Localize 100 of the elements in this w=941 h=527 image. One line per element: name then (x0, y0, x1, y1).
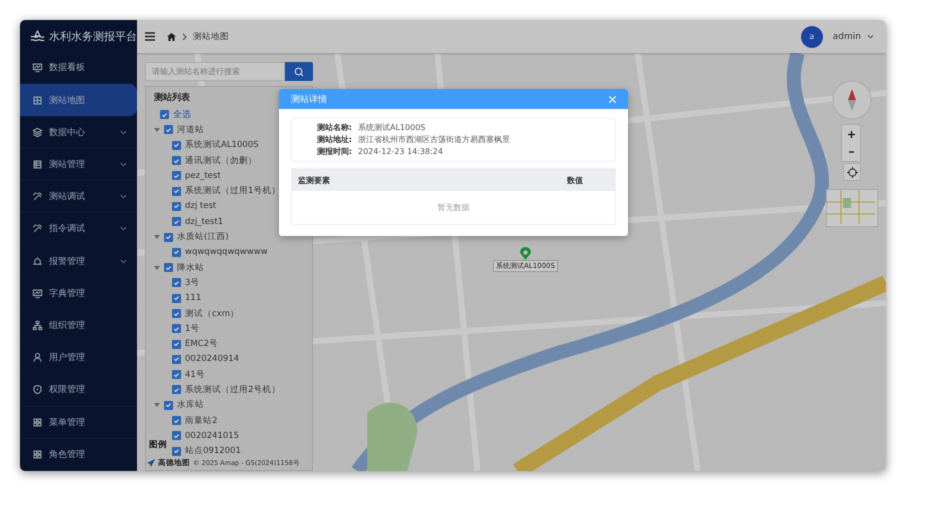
checkbox[interactable] (172, 324, 181, 334)
checkbox[interactable] (172, 340, 181, 349)
menu-icon (32, 352, 43, 364)
checkbox[interactable] (172, 156, 181, 166)
field-label: 测报时间: (316, 146, 352, 158)
checkbox[interactable] (164, 125, 173, 134)
menu-icon (32, 320, 43, 332)
checkbox[interactable] (172, 370, 181, 380)
user-avatar[interactable]: a (800, 26, 823, 48)
caret-icon (867, 34, 874, 39)
column-header: 数值 (567, 174, 583, 186)
menu-icon (32, 288, 43, 299)
app-title: 水利水务测报平台 (49, 28, 137, 44)
station-label[interactable]: 1号 (185, 322, 200, 335)
station-label[interactable]: 系统测试（过用2号机） (185, 384, 280, 396)
expand-icon[interactable] (154, 126, 160, 133)
checkbox[interactable] (172, 186, 181, 196)
user-menu[interactable]: admin (832, 32, 861, 42)
panel-title: 测站列表 (154, 93, 190, 103)
minimap-drawing (826, 189, 878, 227)
breadcrumb-link[interactable]: 测站地图 (193, 30, 229, 42)
checkbox[interactable] (172, 202, 181, 211)
checkbox[interactable] (172, 431, 181, 440)
search-icon (294, 66, 304, 76)
station-label[interactable]: 0020240914 (185, 354, 240, 364)
expand-icon[interactable] (154, 402, 160, 408)
select-all-label[interactable]: 全选 (173, 108, 191, 122)
station-label[interactable]: 站点0912001 (185, 445, 241, 458)
checkbox[interactable] (164, 400, 173, 410)
station-label[interactable]: pez_test (185, 170, 221, 181)
logo-icon (30, 29, 45, 44)
field-value: 浙江省杭州市西湖区古荡街道方易西塞枫景 (358, 134, 510, 146)
field-label: 测站地址: (316, 134, 352, 146)
menu-icon (32, 448, 43, 460)
checkbox[interactable] (172, 354, 181, 364)
menu-icon (32, 94, 43, 106)
tree-group-label[interactable]: 水质站(江西) (177, 231, 229, 244)
checkbox[interactable] (172, 278, 181, 288)
station-label[interactable]: 测试（cxm） (185, 308, 239, 320)
station-label[interactable]: 系统测试（过用1号机） (185, 185, 280, 198)
home-icon[interactable] (167, 32, 176, 40)
search-button[interactable] (285, 62, 313, 81)
menu-icon (32, 62, 43, 74)
legend-toggle[interactable]: 图例 (147, 439, 169, 451)
column-header: 监测要素 (298, 174, 330, 186)
close-icon[interactable] (609, 96, 616, 102)
minus-icon (848, 151, 854, 153)
empty-text: 暂无数据 (438, 202, 470, 213)
checkbox[interactable] (172, 171, 181, 180)
station-marker-icon[interactable] (520, 247, 531, 260)
checkbox[interactable] (172, 446, 181, 456)
tree-group-label[interactable]: 河道站 (177, 124, 204, 136)
station-label[interactable]: wqwqwqqwqwwww (185, 247, 268, 258)
menu-icon (32, 384, 43, 396)
chevron-icon (120, 194, 127, 200)
station-label[interactable]: 111 (185, 293, 202, 304)
checkbox[interactable] (172, 248, 181, 257)
menu-icon (32, 191, 43, 202)
checkbox[interactable] (172, 217, 181, 226)
menu-icon (32, 416, 43, 428)
checkbox[interactable] (172, 385, 181, 394)
station-label[interactable]: 3号 (185, 276, 200, 289)
tree-group-label[interactable]: 水库站 (177, 399, 204, 412)
field-value: 2024-12-23 14:38:24 (358, 146, 443, 158)
station-label[interactable]: dzj test (185, 201, 216, 212)
chevron-icon (120, 130, 127, 135)
sidebar-item[interactable]: 测站地图 (20, 84, 137, 117)
checkbox[interactable] (172, 309, 181, 318)
expand-icon[interactable] (154, 264, 160, 271)
station-label[interactable]: 41号 (185, 368, 205, 381)
menu-icon (32, 126, 43, 138)
menu-icon (32, 256, 43, 267)
checkbox[interactable] (160, 110, 169, 120)
station-label[interactable]: 雨量站2 (185, 414, 218, 427)
map-logo-icon (147, 459, 155, 467)
station-label[interactable]: 0020241015 (185, 430, 240, 441)
checkbox[interactable] (164, 232, 173, 242)
chevron-icon (182, 32, 187, 40)
chevron-icon (120, 226, 127, 232)
expand-icon[interactable] (154, 234, 160, 240)
chevron-icon (120, 162, 127, 167)
field-label: 测站名称: (316, 122, 352, 134)
menu-icon[interactable] (145, 32, 155, 41)
compass-control[interactable] (832, 80, 872, 120)
checkbox[interactable] (164, 263, 173, 272)
chevron-icon (120, 258, 127, 264)
checkbox[interactable] (172, 140, 181, 150)
menu-icon (32, 223, 43, 234)
station-label[interactable]: 通讯测试（勿删） (185, 154, 257, 167)
plus-icon (848, 130, 854, 138)
checkbox[interactable] (172, 294, 181, 303)
station-label[interactable]: dzj_test1 (185, 216, 224, 227)
search-field[interactable]: 请输入测站名称进行搜索 (145, 62, 285, 81)
checkbox[interactable] (172, 416, 181, 426)
dialog-title: 测站详情 (291, 94, 327, 106)
station-label[interactable]: EMC2号 (185, 338, 218, 350)
locate-button[interactable] (843, 163, 861, 181)
menu-icon (32, 158, 43, 170)
station-label[interactable]: 系统测试AL1000S (185, 139, 259, 152)
tree-group-label[interactable]: 降水站 (177, 262, 204, 274)
